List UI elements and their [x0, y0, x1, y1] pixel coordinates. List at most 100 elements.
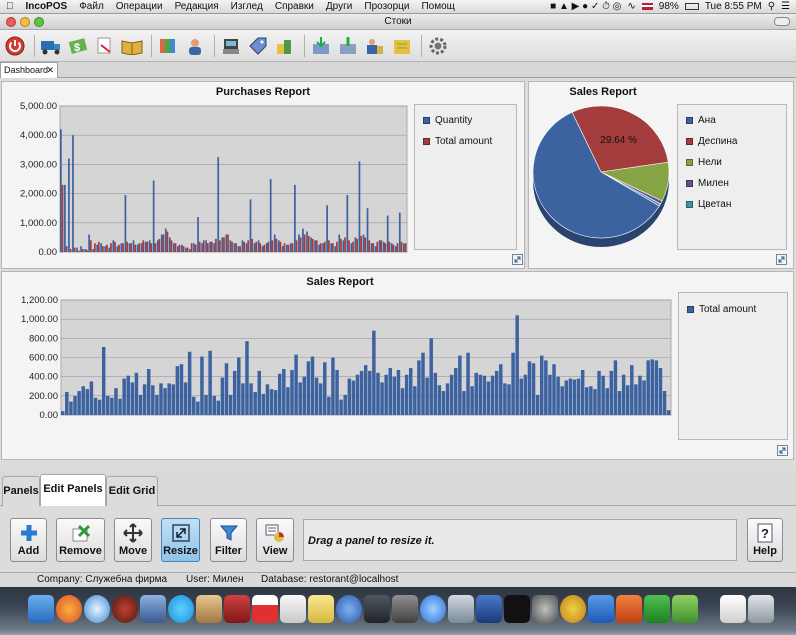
toolbar-toggle[interactable] — [774, 17, 790, 26]
menu-app-name[interactable]: IncoPOS — [20, 1, 74, 12]
filter-button[interactable]: Filter — [210, 518, 247, 562]
wifi-icon[interactable]: ∿ — [627, 1, 635, 12]
reminders-icon[interactable] — [280, 595, 306, 623]
status-icons[interactable]: ■ ▲ ▶ ● ✓ ⏱ ◎ — [550, 1, 621, 12]
terminal-icon[interactable] — [504, 595, 530, 623]
stock-items-icon[interactable] — [273, 34, 297, 58]
flag-icon[interactable] — [641, 3, 653, 10]
menu-help[interactable]: Помощ — [415, 1, 460, 12]
sales-pie-panel[interactable]: Sales Report 29.64 % Ана Деспина Нели Ми… — [528, 81, 794, 269]
sales-bar — [347, 378, 352, 415]
photo-booth-icon[interactable] — [392, 595, 418, 623]
purchases-bar — [247, 240, 250, 252]
tab-dashboard[interactable]: Dashboard ✕ — [0, 62, 58, 78]
purchases-bar — [148, 240, 151, 252]
expand-icon[interactable] — [512, 254, 523, 265]
purchases-bar — [255, 241, 258, 252]
mail-icon[interactable] — [140, 595, 166, 623]
download-items-icon[interactable] — [309, 34, 333, 58]
dictionary-icon[interactable] — [224, 595, 250, 623]
incopos-icon[interactable] — [560, 595, 586, 623]
time-machine-icon[interactable] — [112, 595, 138, 623]
color-blocks-icon[interactable] — [156, 34, 180, 58]
sales-bar — [441, 391, 446, 415]
pie-slice-label: 29.64 % — [600, 135, 637, 146]
y-tick-label: 2,000.00 — [20, 189, 57, 200]
excel-icon[interactable] — [644, 595, 670, 623]
sales-bar — [544, 360, 548, 415]
close-tab-icon[interactable]: ✕ — [46, 63, 54, 77]
customer-goods-icon[interactable] — [363, 34, 387, 58]
preview-icon[interactable] — [448, 595, 474, 623]
close-window-icon[interactable] — [6, 17, 16, 27]
finder-icon[interactable] — [28, 595, 54, 623]
tab-edit-panels[interactable]: Edit Panels — [40, 474, 106, 507]
money-icon[interactable]: $ — [66, 34, 90, 58]
facetime-icon[interactable] — [364, 595, 390, 623]
add-button[interactable]: Add — [10, 518, 47, 562]
expand-icon[interactable] — [776, 254, 787, 265]
tab-panels[interactable]: Panels — [2, 476, 40, 506]
mac-menubar:  IncoPOS Файл Операции Редакция Изглед … — [0, 0, 796, 14]
view-button[interactable]: View — [256, 518, 294, 562]
document-icon[interactable] — [720, 595, 746, 623]
purchases-bar — [281, 246, 284, 252]
skype-icon[interactable] — [168, 595, 194, 623]
power-off-icon[interactable] — [3, 34, 27, 58]
app-icon[interactable] — [672, 595, 698, 623]
purchases-bar — [215, 238, 217, 252]
resize-button[interactable]: Resize — [161, 518, 200, 562]
purchases-bar — [342, 240, 345, 252]
menu-file[interactable]: Файл — [73, 1, 110, 12]
purchases-bar — [160, 234, 163, 252]
gear-icon[interactable] — [426, 34, 450, 58]
notes-icon[interactable] — [308, 595, 334, 623]
firefox-icon[interactable] — [56, 595, 82, 623]
list-icon[interactable]: ☰ — [781, 1, 790, 12]
clock[interactable]: Tue 8:55 PM — [705, 1, 762, 12]
menu-view[interactable]: Изглед — [225, 1, 269, 12]
purchases-bar — [386, 215, 389, 252]
menu-operations[interactable]: Операции — [110, 1, 169, 12]
spotlight-icon[interactable]: ⚲ — [768, 1, 775, 12]
purchases-bar-chart: 0.00 1,000.00 2,000.00 3,000.00 4,000.00 5,00… — [20, 101, 408, 258]
delivery-truck-icon[interactable] — [39, 34, 63, 58]
expand-icon[interactable] — [777, 445, 788, 456]
sales-bar — [142, 384, 147, 415]
system-preferences-icon[interactable] — [532, 595, 558, 623]
purchases-bar — [197, 216, 199, 252]
menu-windows[interactable]: Прозорци — [358, 1, 415, 12]
itunes-icon[interactable] — [420, 595, 446, 623]
price-tag-icon[interactable] — [246, 34, 270, 58]
purchases-report-panel[interactable]: Purchases Report 0.00 1,000.00 2,000.00 3,0… — [1, 81, 525, 269]
contacts-icon[interactable] — [196, 595, 222, 623]
powerpoint-icon[interactable] — [616, 595, 642, 623]
inventory-icon[interactable] — [390, 34, 414, 58]
zoom-window-icon[interactable] — [34, 17, 44, 27]
messages-icon[interactable] — [336, 595, 362, 623]
sales-bar-panel[interactable]: Sales Report 0.00 200.00 400.00 600.00 800.0… — [1, 271, 794, 460]
move-button[interactable]: Move — [114, 518, 152, 562]
battery-label[interactable]: 98% — [659, 1, 679, 12]
remove-button[interactable]: Remove — [56, 518, 105, 562]
word-icon[interactable] — [588, 595, 614, 623]
tab-dashboard-label: Dashboard — [4, 65, 49, 75]
calendar-icon[interactable] — [252, 595, 278, 623]
apple-menu-icon[interactable]:  — [0, 1, 20, 12]
menu-edit[interactable]: Редакция — [169, 1, 225, 12]
stock-in-icon[interactable] — [336, 34, 360, 58]
minimize-window-icon[interactable] — [20, 17, 30, 27]
mission-control-icon[interactable] — [476, 595, 502, 623]
document-sign-icon[interactable] — [93, 34, 117, 58]
menu-other[interactable]: Други — [320, 1, 358, 12]
purchases-bar — [303, 234, 306, 252]
user-icon[interactable] — [183, 34, 207, 58]
pos-terminal-icon[interactable] — [219, 34, 243, 58]
menu-reports[interactable]: Справки — [269, 1, 320, 12]
sales-bar — [167, 383, 171, 415]
open-book-icon[interactable] — [120, 34, 144, 58]
safari-icon[interactable] — [84, 595, 110, 623]
tab-edit-grid[interactable]: Edit Grid — [106, 476, 158, 506]
trash-icon[interactable] — [748, 595, 774, 623]
help-button[interactable]: ? Help — [747, 518, 783, 562]
